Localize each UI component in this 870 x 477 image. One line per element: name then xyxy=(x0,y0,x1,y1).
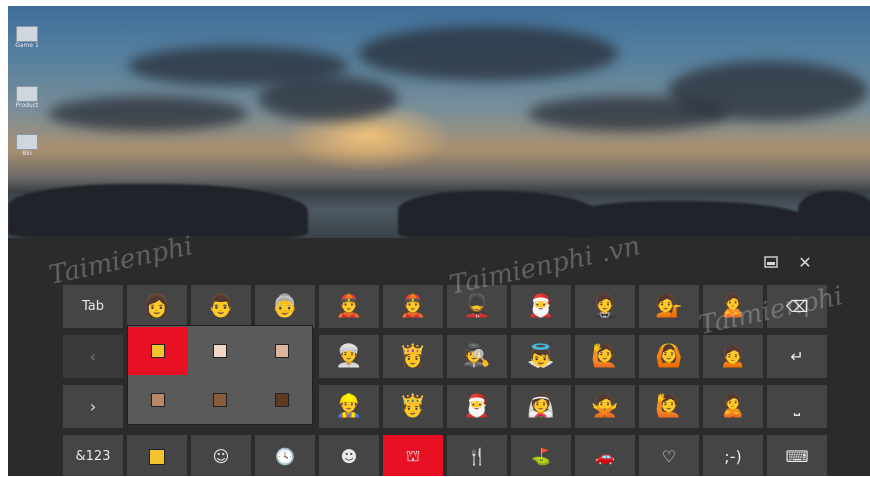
skin-tone-option[interactable] xyxy=(128,376,188,424)
emoji-key[interactable]: 👷 xyxy=(319,385,379,428)
recycle-bin-icon xyxy=(16,134,38,150)
emoji-key[interactable]: 🙋 xyxy=(639,385,699,428)
shortcut-icon xyxy=(16,86,38,102)
screen: Game 1 Product Bin ✕ Tab 👩 👨 👵 👲 👲 💂 🎅 🤵… xyxy=(8,6,870,476)
emoji-key[interactable]: 👩 xyxy=(127,285,187,328)
recent-category-key[interactable]: 🕓 xyxy=(255,435,315,476)
emoji-key[interactable]: 👨 xyxy=(191,285,251,328)
skin-tone-option[interactable] xyxy=(252,327,312,375)
emoji-key[interactable]: 👸 xyxy=(383,335,443,378)
food-icon: 🍴 xyxy=(467,447,487,466)
activity-category-key[interactable]: ⛳ xyxy=(511,435,571,476)
desktop-icon-bin[interactable]: Bin xyxy=(14,134,40,157)
smileys-category-key[interactable]: ☺ xyxy=(191,435,251,476)
keyboard-switch-key[interactable]: ⌨ xyxy=(767,435,827,476)
emoji-key[interactable]: 👵 xyxy=(255,285,315,328)
heart-icon: ♡ xyxy=(661,447,677,466)
travel-category-key[interactable]: 🚗 xyxy=(575,435,635,476)
car-icon: 🚗 xyxy=(595,447,615,466)
shortcut-icon xyxy=(16,26,38,42)
space-key[interactable]: ⎵ xyxy=(767,385,827,428)
close-keyboard-button[interactable]: ✕ xyxy=(794,251,816,273)
skin-tone-icon xyxy=(149,448,165,465)
emoji-key[interactable]: 🙍 xyxy=(703,335,763,378)
touch-keyboard: ✕ Tab 👩 👨 👵 👲 👲 💂 🎅 🤵 💁 🙎 ⌫ ‹ 👳 👸 🕵 👼 🙋 … xyxy=(8,238,870,476)
emoji-key[interactable]: 💂 xyxy=(447,285,507,328)
clock-icon: 🕓 xyxy=(275,447,295,466)
skin-tone-option[interactable] xyxy=(190,376,250,424)
smiley-icon: ☺ xyxy=(212,447,230,466)
skin-tone-category-key[interactable] xyxy=(127,435,187,476)
keyboard-dock-icon xyxy=(764,256,778,268)
emoticon-icon: ;-) xyxy=(724,447,742,466)
enter-key[interactable]: ↵ xyxy=(767,335,827,378)
skin-tone-swatch xyxy=(151,393,165,407)
people-icon: ☻ xyxy=(340,447,358,466)
emoji-key[interactable]: 👰 xyxy=(511,385,571,428)
emoji-key[interactable]: 👲 xyxy=(319,285,379,328)
emoji-key[interactable]: 🕵 xyxy=(447,335,507,378)
emoji-key[interactable]: 🙋 xyxy=(575,335,635,378)
emoji-key[interactable]: 🤴 xyxy=(383,385,443,428)
celebration-icon: ⛫ xyxy=(405,446,421,465)
emoji-key[interactable]: 👲 xyxy=(383,285,443,328)
skin-tone-swatch xyxy=(213,344,227,358)
emoji-key[interactable]: 🙎 xyxy=(703,285,763,328)
people-category-key[interactable]: ☻ xyxy=(319,435,379,476)
backspace-key[interactable]: ⌫ xyxy=(767,285,827,328)
next-page-key[interactable]: › xyxy=(63,385,123,428)
celebration-category-key[interactable]: ⛫ xyxy=(383,435,443,476)
emoji-key[interactable]: 🙅 xyxy=(575,385,635,428)
space-icon: ⎵ xyxy=(793,396,801,416)
emoji-key[interactable]: 🙎 xyxy=(703,385,763,428)
dock-keyboard-button[interactable] xyxy=(760,251,782,273)
emoji-key[interactable]: 💁 xyxy=(639,285,699,328)
activity-icon: ⛳ xyxy=(531,447,551,466)
emoticon-category-key[interactable]: ;-) xyxy=(703,435,763,476)
emoji-key[interactable]: 👼 xyxy=(511,335,571,378)
skin-tone-swatch xyxy=(151,344,165,358)
chevron-right-icon: › xyxy=(89,397,97,416)
previous-page-key[interactable]: ‹ xyxy=(63,335,123,378)
symbols-category-key[interactable]: ♡ xyxy=(639,435,699,476)
tab-key[interactable]: Tab xyxy=(63,285,123,328)
emoji-key[interactable]: 🎅 xyxy=(511,285,571,328)
emoji-key[interactable]: 🙆 xyxy=(639,335,699,378)
desktop-icon-game[interactable]: Game 1 xyxy=(14,26,40,49)
desktop-icon-product[interactable]: Product xyxy=(14,86,40,109)
desktop-wallpaper: Game 1 Product Bin xyxy=(8,6,870,238)
number-symbols-key[interactable]: &123 xyxy=(63,435,123,476)
skin-tone-picker xyxy=(127,325,313,425)
chevron-left-icon: ‹ xyxy=(89,347,97,366)
skin-tone-swatch xyxy=(213,393,227,407)
skin-tone-option[interactable] xyxy=(190,327,250,375)
skin-tone-swatch xyxy=(275,393,289,407)
food-category-key[interactable]: 🍴 xyxy=(447,435,507,476)
close-icon: ✕ xyxy=(798,252,812,272)
backspace-icon: ⌫ xyxy=(785,297,809,316)
emoji-key[interactable]: 🤵 xyxy=(575,285,635,328)
skin-tone-option[interactable] xyxy=(252,376,312,424)
skin-tone-option[interactable] xyxy=(128,327,188,375)
emoji-key[interactable]: 🎅 xyxy=(447,385,507,428)
keyboard-icon: ⌨ xyxy=(785,447,809,466)
emoji-key[interactable]: 👳 xyxy=(319,335,379,378)
skin-tone-swatch xyxy=(275,344,289,358)
enter-icon: ↵ xyxy=(790,347,804,366)
